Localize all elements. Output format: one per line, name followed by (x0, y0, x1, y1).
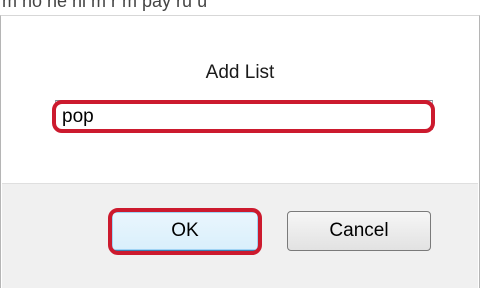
list-name-input[interactable] (55, 100, 433, 130)
ok-button[interactable]: OK (111, 211, 259, 251)
cropped-background-text: m no ne nl m r m pay ru u (2, 0, 208, 11)
cancel-button[interactable]: Cancel (287, 211, 431, 251)
dialog-title: Add List (205, 62, 275, 83)
screenshot-page: m no ne nl m r m pay ru u Add List OK Ca… (0, 0, 482, 288)
